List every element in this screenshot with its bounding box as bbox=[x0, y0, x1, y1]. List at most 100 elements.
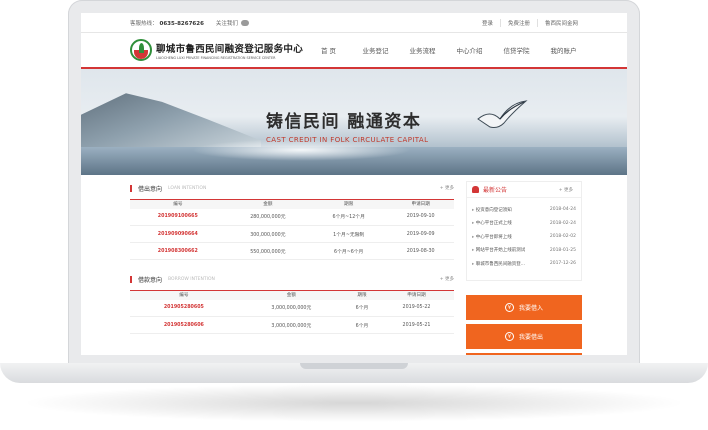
list-item[interactable]: 中心平台即将上线 2018-02-02 bbox=[472, 230, 576, 244]
register-link[interactable]: 免费注册 bbox=[499, 19, 537, 27]
nav-account[interactable]: 我的账户 bbox=[540, 45, 587, 55]
notice-item-date: 2018-04-24 bbox=[549, 207, 576, 213]
table-row[interactable]: 201909100665 280,000,000元 6个月~12个月 2019-… bbox=[130, 208, 454, 226]
intention-date: 2019-05-21 bbox=[378, 316, 454, 334]
hotline: 客服热线： 0635-8267626 bbox=[130, 19, 204, 27]
loan-section-title: 借出意向 bbox=[138, 185, 163, 193]
nav-academy[interactable]: 信贷学院 bbox=[493, 45, 540, 55]
top-links: 登录 免费注册 鲁西民间金网 bbox=[475, 13, 585, 33]
main-nav: 首 页 业务登记 业务流程 中心介绍 信贷学院 我的账户 bbox=[305, 33, 587, 67]
list-item[interactable]: 投资意向登记须知 2018-04-24 bbox=[472, 203, 576, 217]
intentions-column: 借出意向 LOAN INTENTION + 更多 编号 金额 期限 申请日期 2… bbox=[130, 181, 454, 334]
notice-more-link[interactable]: + 更多 bbox=[559, 187, 573, 193]
intention-code[interactable]: 201905280606 bbox=[130, 316, 238, 334]
intention-date: 2019-08-30 bbox=[387, 242, 454, 260]
notice-title: 最新公告 bbox=[483, 187, 508, 194]
notice-item-title[interactable]: 中心平台正式上线 bbox=[472, 220, 512, 226]
list-item[interactable]: 网站平台开始上线前测试 2018-01-25 bbox=[472, 244, 576, 258]
intention-amount: 280,000,000元 bbox=[225, 208, 311, 226]
column-header: 金额 bbox=[237, 290, 345, 300]
follow-label: 关注我们 bbox=[215, 20, 238, 27]
screen: 客服热线： 0635-8267626 关注我们 登录 免费注册 鲁西民间金网 聊城… bbox=[81, 13, 627, 355]
loan-table: 编号 金额 期限 申请日期 201909100665 280,000,000元 … bbox=[130, 199, 454, 260]
intention-term: 6个月 bbox=[344, 299, 379, 317]
notice-panel: 最新公告 + 更多 投资意向登记须知 2018-04-24 中心平台正式上线 201… bbox=[466, 181, 582, 281]
loan-more-link[interactable]: + 更多 bbox=[440, 185, 454, 191]
logo-emblem-icon bbox=[130, 39, 152, 61]
borrow-section-title: 借款意向 bbox=[138, 276, 163, 284]
hero-banner: 铸信民间 融通资本 CAST CREDIT IN FOLK CIRCULATE … bbox=[81, 69, 627, 175]
banner-slogan-en: CAST CREDIT IN FOLK CIRCULATE CAPITAL bbox=[266, 136, 429, 144]
notice-item-title[interactable]: 网站平台开始上线前测试 bbox=[472, 247, 526, 253]
notice-item-date: 2018-02-02 bbox=[549, 234, 576, 240]
site-header: 聊城市鲁西民间融资登记服务中心 LIAOCHENG LUXI PRIVATE F… bbox=[81, 33, 627, 69]
intention-code[interactable]: 201909090664 bbox=[130, 225, 226, 243]
banner-slogan: 铸信民间 融通资本 bbox=[266, 112, 422, 132]
list-item[interactable]: 聊城市鲁西民间融资登... 2017-12-26 bbox=[472, 257, 576, 271]
notice-list: 投资意向登记须知 2018-04-24 中心平台正式上线 2018-02-24 中心… bbox=[467, 198, 581, 271]
top-bar: 客服热线： 0635-8267626 关注我们 登录 免费注册 鲁西民间金网 bbox=[81, 13, 627, 33]
notice-header: 最新公告 + 更多 bbox=[467, 182, 581, 198]
section-marker bbox=[130, 275, 132, 283]
column-header: 编号 bbox=[130, 290, 238, 300]
intention-date: 2019-09-10 bbox=[387, 208, 454, 226]
intention-term: 6个月~6个月 bbox=[310, 242, 388, 260]
finance-site-link[interactable]: 鲁西民间金网 bbox=[536, 19, 585, 27]
table-row[interactable]: 201908300662 550,000,000元 6个月~6个月 2019-0… bbox=[130, 242, 454, 260]
borrow-more-link[interactable]: + 更多 bbox=[440, 276, 454, 282]
nav-about[interactable]: 中心介绍 bbox=[446, 45, 493, 55]
table-row[interactable]: 201909090664 300,000,000元 1个月~无限制 2019-0… bbox=[130, 225, 454, 243]
notice-item-date: 2018-01-25 bbox=[549, 247, 576, 253]
site-logo[interactable]: 聊城市鲁西民间融资登记服务中心 LIAOCHENG LUXI PRIVATE F… bbox=[130, 39, 303, 61]
sidebar: 最新公告 + 更多 投资意向登记须知 2018-04-24 中心平台正式上线 201… bbox=[466, 181, 582, 355]
intention-amount: 300,000,000元 bbox=[225, 225, 311, 243]
notice-item-title[interactable]: 投资意向登记须知 bbox=[472, 207, 512, 213]
notice-item-title[interactable]: 中心平台即将上线 bbox=[472, 234, 512, 240]
intention-code[interactable]: 201908300662 bbox=[130, 242, 226, 260]
loan-section-header: 借出意向 LOAN INTENTION + 更多 bbox=[130, 181, 454, 195]
column-header: 申请日期 bbox=[378, 290, 454, 300]
nav-home[interactable]: 首 页 bbox=[305, 45, 352, 55]
notice-item-date: 2018-02-24 bbox=[549, 220, 576, 226]
follow-us[interactable]: 关注我们 bbox=[216, 19, 249, 27]
intention-code[interactable]: 201905280605 bbox=[130, 299, 238, 317]
laptop-shadow bbox=[20, 384, 688, 422]
borrow-section-header: 借款意向 BORROW INTENTION + 更多 bbox=[130, 272, 454, 286]
logo-title: 聊城市鲁西民间融资登记服务中心 bbox=[156, 43, 304, 55]
login-link[interactable]: 登录 bbox=[475, 19, 500, 27]
seagull-icon bbox=[477, 100, 528, 128]
wechat-icon[interactable] bbox=[240, 19, 249, 26]
notice-item-title[interactable]: 聊城市鲁西民间融资登... bbox=[472, 261, 525, 267]
borrow-in-button[interactable]: ¥ 我要借入 bbox=[466, 295, 582, 320]
intention-amount: 3,000,000,000元 bbox=[237, 316, 345, 334]
column-header: 编号 bbox=[130, 199, 226, 209]
intention-date: 2019-05-22 bbox=[378, 299, 454, 317]
intention-code[interactable]: 201909100665 bbox=[130, 208, 226, 226]
column-header: 期限 bbox=[310, 199, 388, 209]
yen-coin-icon: ¥ bbox=[504, 303, 514, 312]
yen-coin-icon: ¥ bbox=[504, 332, 514, 341]
nav-registration[interactable]: 业务登记 bbox=[352, 45, 399, 55]
intention-term: 6个月 bbox=[344, 316, 379, 334]
intention-term: 6个月~12个月 bbox=[310, 208, 388, 226]
intention-date: 2019-09-09 bbox=[387, 225, 454, 243]
table-row[interactable]: 201905280606 3,000,000,000元 6个月 2019-05-… bbox=[130, 316, 454, 334]
nav-process[interactable]: 业务流程 bbox=[399, 45, 446, 55]
notice-item-date: 2017-12-26 bbox=[549, 261, 576, 267]
lend-out-label: 我要借出 bbox=[518, 334, 543, 341]
borrow-table: 编号 金额 期限 申请日期 201905280605 3,000,000,000… bbox=[130, 290, 454, 334]
logo-subtitle: LIAOCHENG LUXI PRIVATE FINANCING REGISTR… bbox=[156, 55, 276, 60]
bell-icon bbox=[472, 186, 479, 193]
table-row[interactable]: 201905280605 3,000,000,000元 6个月 2019-05-… bbox=[130, 299, 454, 317]
more-action-button[interactable] bbox=[466, 353, 582, 355]
hotline-number: 0635-8267626 bbox=[159, 20, 204, 27]
list-item[interactable]: 中心平台正式上线 2018-02-24 bbox=[472, 217, 576, 231]
borrow-in-label: 我要借入 bbox=[518, 305, 543, 312]
hotline-label: 客服热线： bbox=[130, 20, 158, 27]
borrow-section-title-en: BORROW INTENTION bbox=[168, 276, 215, 282]
intention-term: 1个月~无限制 bbox=[310, 225, 388, 243]
section-marker bbox=[130, 184, 132, 192]
column-header: 申请日期 bbox=[387, 199, 454, 209]
laptop-notch bbox=[300, 363, 408, 369]
lend-out-button[interactable]: ¥ 我要借出 bbox=[466, 324, 582, 349]
